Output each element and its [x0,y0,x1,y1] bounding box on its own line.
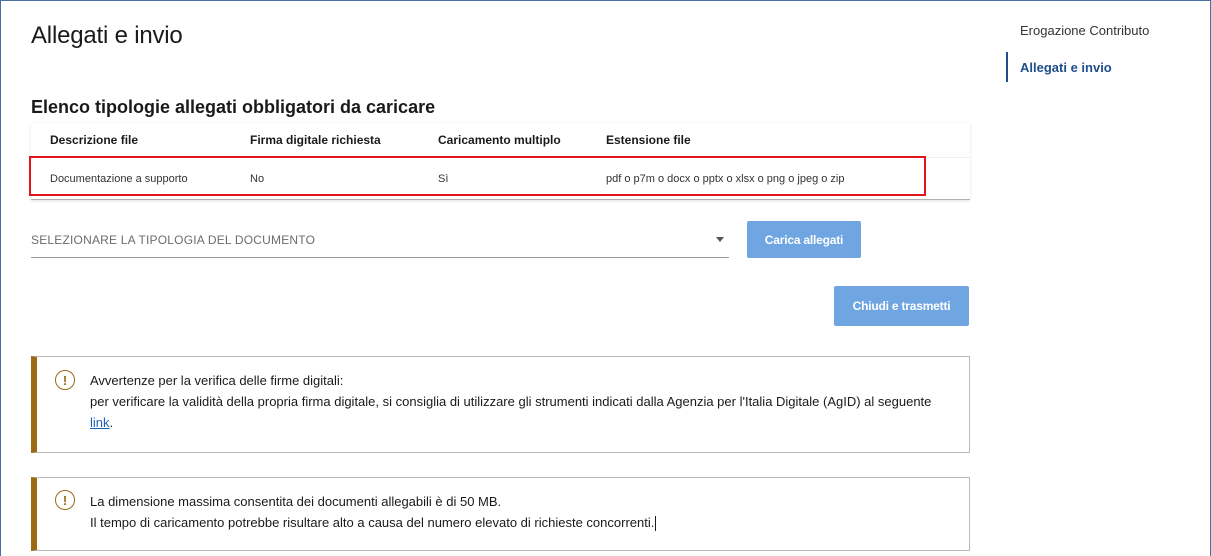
chevron-down-icon [716,237,724,242]
notice-body: per verificare la validità della propria… [90,391,939,433]
notice-line-2: Il tempo di caricamento potrebbe risulta… [90,512,939,533]
notice-title: Avvertenze per la verifica delle firme d… [90,373,344,388]
document-type-select-placeholder: SELEZIONARE LA TIPOLOGIA DEL DOCUMENTO [31,232,316,247]
cell-multiple-upload: Sì [438,172,449,185]
column-header-multiple-upload: Caricamento multiplo [438,133,561,147]
notice-text: Avvertenze per la verifica delle firme d… [90,370,939,433]
column-header-description: Descrizione file [50,133,139,147]
warning-icon: ! [55,490,75,510]
cell-description: Documentazione a supporto [50,172,188,185]
sidenav-item-allegati-e-invio[interactable]: Allegati e invio [1006,52,1196,82]
notice-line-2-text: Il tempo di caricamento potrebbe risulta… [90,515,655,530]
document-type-select[interactable]: SELEZIONARE LA TIPOLOGIA DEL DOCUMENTO [31,222,729,258]
side-navigation: Erogazione Contributo Allegati e invio [1006,16,1196,82]
close-and-submit-button[interactable]: Chiudi e trasmetti [834,286,969,326]
text-cursor [655,516,657,532]
table-header-row: Descrizione file Firma digitale richiest… [31,123,970,157]
file-size-notice: ! La dimensione massima consentita dei d… [31,477,970,551]
column-header-digital-signature: Firma digitale richiesta [250,133,381,147]
agid-link[interactable]: link [90,415,110,430]
upload-attachments-button[interactable]: Carica allegati [747,221,861,258]
warning-icon: ! [55,370,75,390]
digital-signature-notice: ! Avvertenze per la verifica delle firme… [31,356,970,453]
column-header-file-extension: Estensione file [606,133,691,147]
notice-body-text: per verificare la validità della propria… [90,394,932,409]
page-frame [0,0,1211,556]
section-title: Elenco tipologie allegati obbligatori da… [31,97,436,117]
notice-text: La dimensione massima consentita dei doc… [90,491,939,533]
notice-line-1: La dimensione massima consentita dei doc… [90,494,502,509]
cell-digital-signature: No [250,172,265,185]
page-title: Allegati e invio [31,22,183,49]
attachments-table: Descrizione file Firma digitale richiest… [31,123,970,200]
cell-file-extension: pdf o p7m o docx o pptx o xlsx o png o j… [606,172,845,185]
table-row: Documentazione a supporto No Sì pdf o p7… [31,157,970,199]
notice-body-suffix: . [109,415,114,430]
sidenav-item-erogazione-contributo[interactable]: Erogazione Contributo [1006,16,1196,44]
